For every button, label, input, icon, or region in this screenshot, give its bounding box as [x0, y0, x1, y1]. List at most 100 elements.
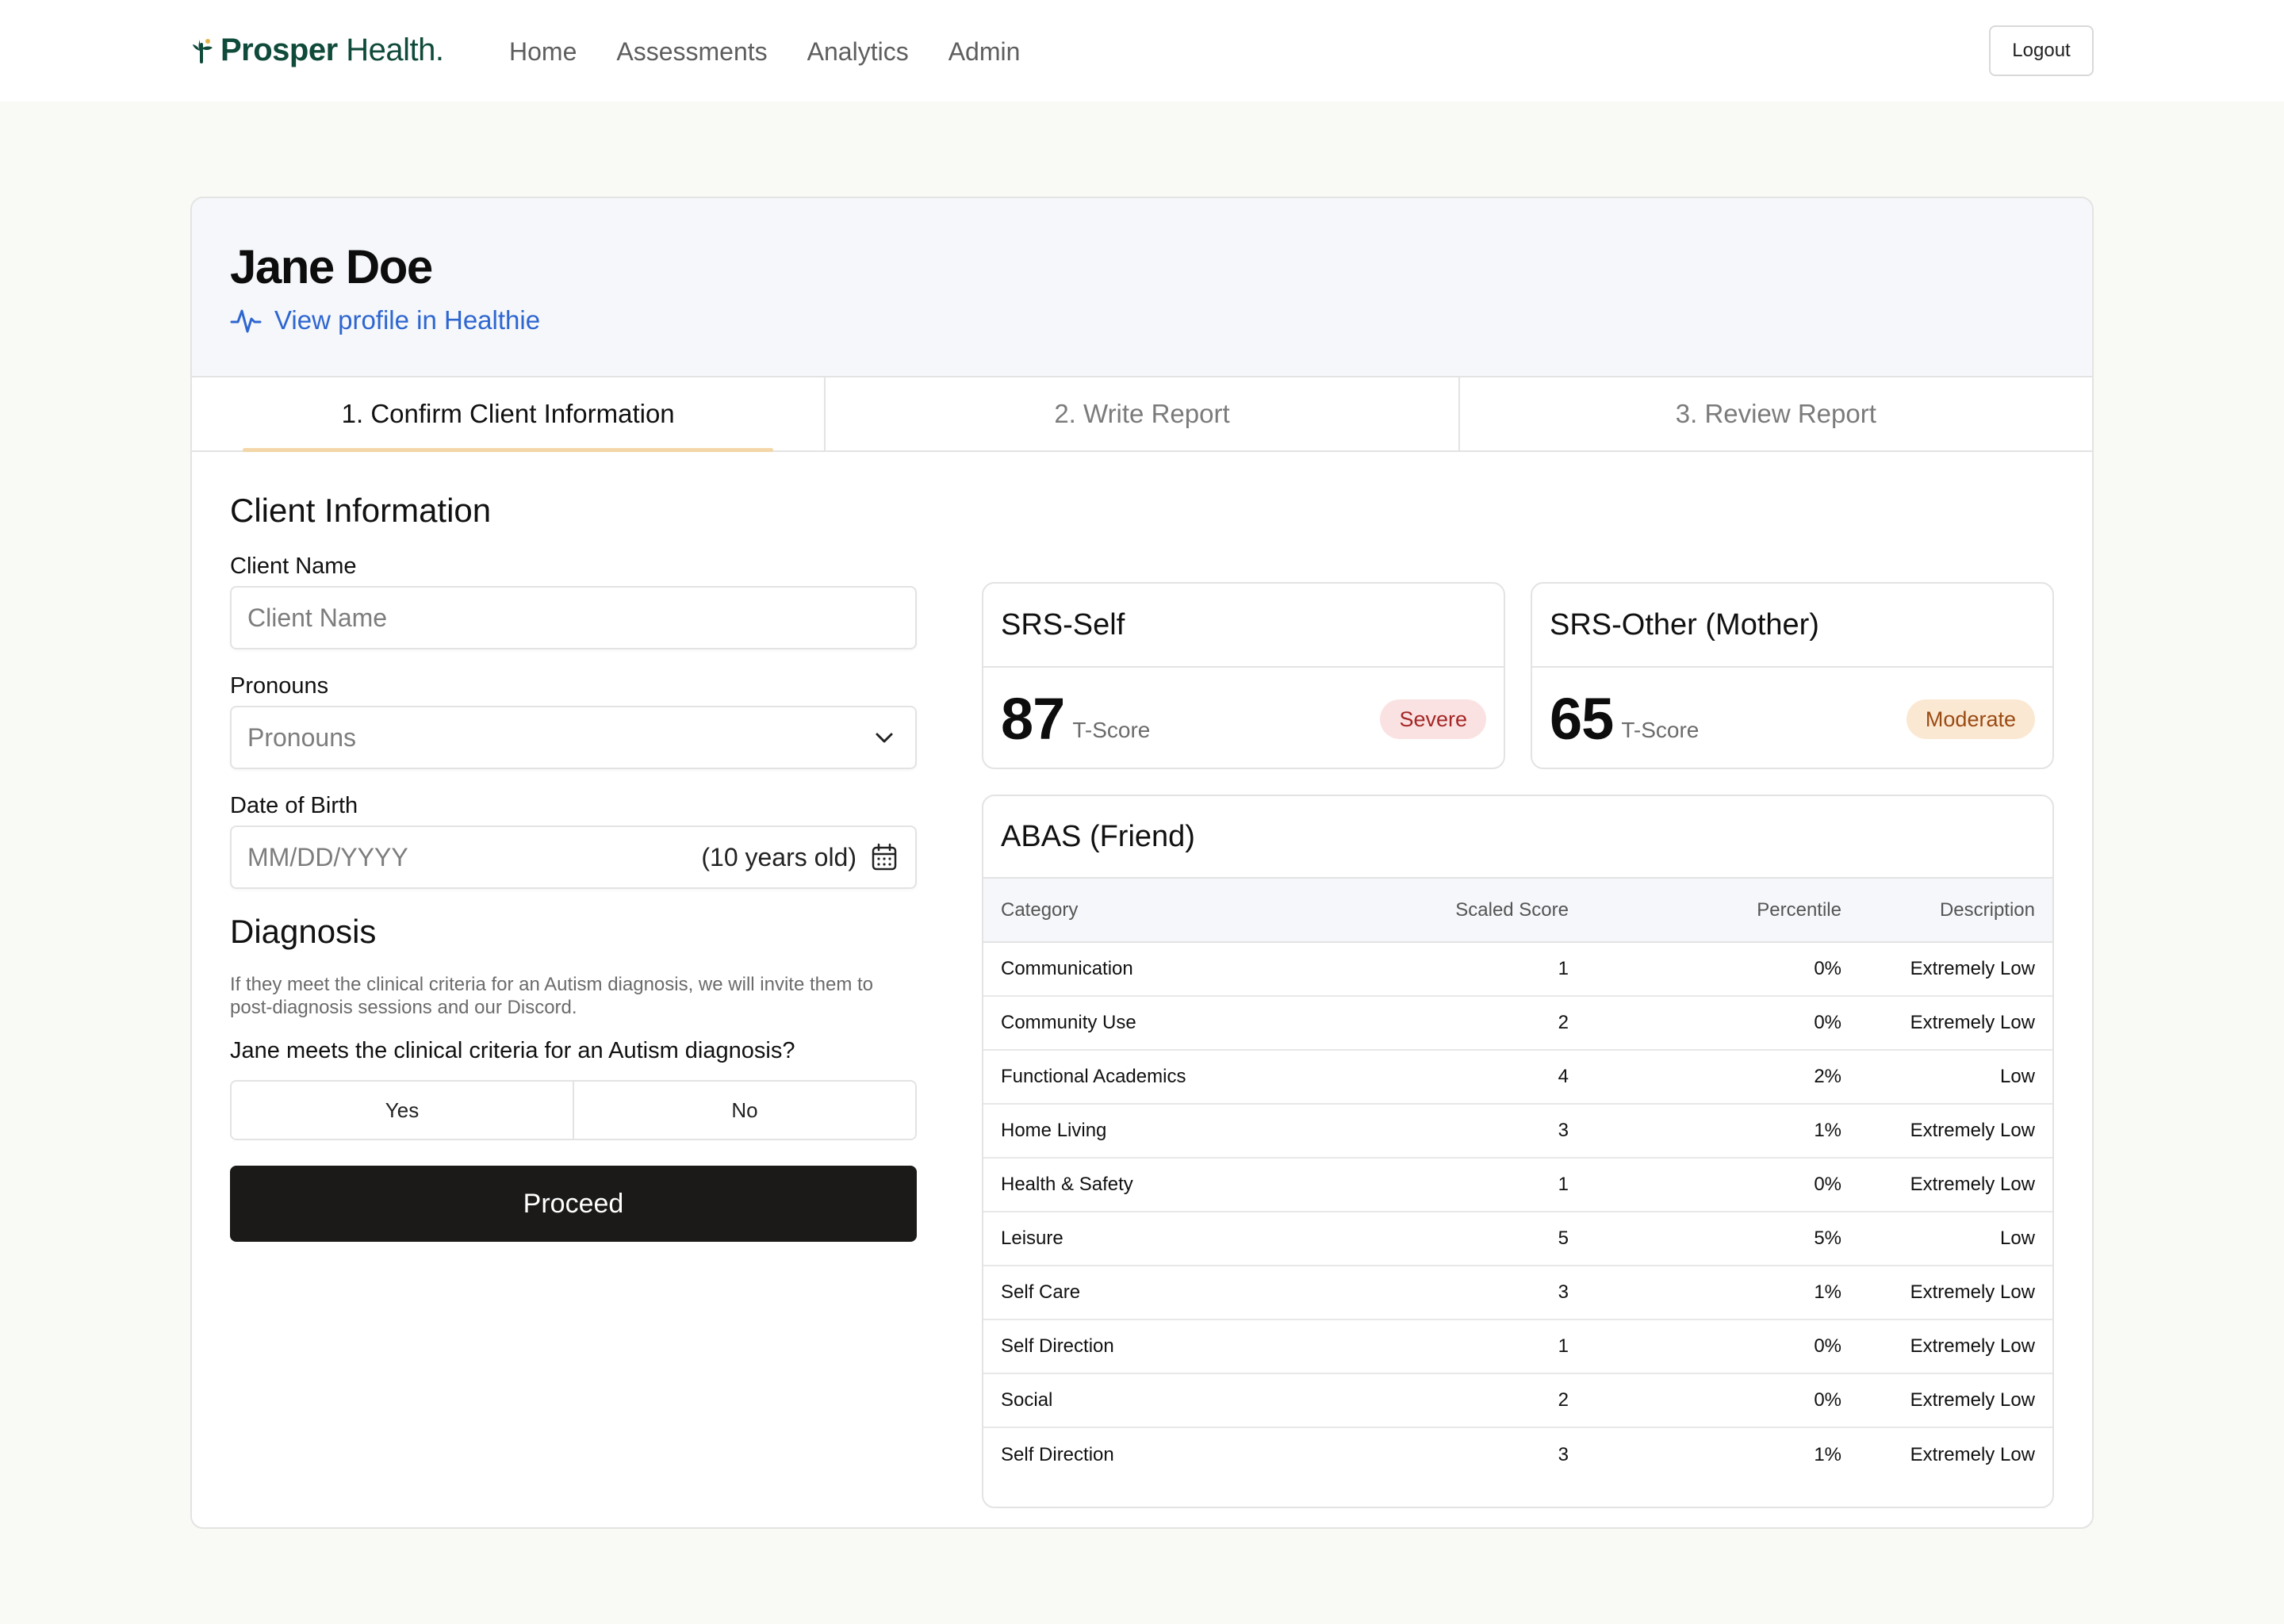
view-profile-link[interactable]: View profile in Healthie	[230, 304, 540, 336]
percentile-cell: 2%	[1586, 1050, 1859, 1105]
nav-home[interactable]: Home	[509, 37, 577, 67]
client-information-title: Client Information	[230, 492, 492, 529]
table-row: Self Direction 3 1% Extremely Low	[983, 1427, 2052, 1481]
table-row: Social 2 0% Extremely Low	[983, 1373, 2052, 1428]
brand-logo[interactable]: Prosper Health.	[190, 30, 444, 70]
scaled-score-cell: 5	[1332, 1212, 1586, 1266]
percentile-cell: 1%	[1814, 1443, 1841, 1465]
table-row: Leisure 5 5% Low	[983, 1212, 2052, 1266]
logout-button[interactable]: Logout	[1989, 25, 2094, 76]
scaled-score-cell: 1	[1332, 1320, 1586, 1374]
table-row: Self Direction 1 0% Extremely Low	[983, 1320, 2052, 1374]
table-row: Home Living 3 1% Extremely Low	[983, 1104, 2052, 1159]
pronouns-placeholder: Pronouns	[247, 722, 356, 752]
chevron-down-icon	[876, 733, 893, 743]
view-profile-link-label: View profile in Healthie	[274, 305, 541, 335]
date-of-birth-label: Date of Birth	[230, 793, 358, 818]
table-row: Health & Safety 1 0% Extremely Low	[983, 1158, 2052, 1212]
scaled-score-cell: 2	[1332, 1373, 1586, 1428]
category-cell: Community Use	[983, 996, 1332, 1051]
description-cell: Extremely Low	[1859, 1104, 2052, 1159]
scaled-score-cell: 1	[1332, 942, 1586, 997]
description-cell: Extremely Low	[1859, 1373, 2052, 1428]
scaled-score-cell: 3	[1332, 1104, 1586, 1159]
percentile-cell: 0%	[1586, 1373, 1859, 1428]
description-cell: Extremely Low	[1859, 996, 2052, 1051]
category-cell: Communication	[983, 942, 1332, 997]
main-nav: Home Assessments Analytics Admin	[509, 32, 1020, 71]
category-cell: Functional Academics	[983, 1050, 1332, 1105]
category-cell: Leisure	[983, 1212, 1332, 1266]
diagnosis-help-text: If they meet the clinical criteria for a…	[230, 974, 874, 1018]
percentile-cell: 1%	[1586, 1104, 1859, 1159]
nav-analytics[interactable]: Analytics	[807, 37, 909, 67]
scaled-score-cell: 3	[1558, 1443, 1569, 1465]
pronouns-label: Pronouns	[230, 673, 329, 699]
category-cell: Home Living	[983, 1104, 1332, 1159]
srs-other-score: 65	[1550, 685, 1614, 752]
date-of-birth-input[interactable]: MM/DD/YYYY (10 years old)	[230, 825, 917, 889]
pronouns-select[interactable]: Pronouns	[230, 706, 917, 769]
category-cell: Health & Safety	[983, 1158, 1332, 1212]
description-cell: Extremely Low	[1859, 1320, 2052, 1374]
abas-title: ABAS (Friend)	[983, 796, 2052, 879]
top-nav-bar: Prosper Health. Home Assessments Analyti…	[0, 0, 2284, 102]
description-cell: Extremely Low	[1859, 1266, 2052, 1320]
table-row: Communication 1 0% Extremely Low	[983, 942, 2052, 997]
brand-name: Prosper Health.	[220, 32, 444, 67]
table-row: Self Care 3 1% Extremely Low	[983, 1266, 2052, 1320]
client-header: Jane Doe View profile in Healthie	[192, 198, 2092, 376]
srs-other-unit: T-Score	[1621, 718, 1700, 742]
tab-confirm-client-information[interactable]: 1. Confirm Client Information	[192, 377, 826, 452]
scaled-score-cell: 1	[1332, 1158, 1586, 1212]
diagnosis-question: Jane meets the clinical criteria for an …	[230, 1038, 795, 1063]
client-age-text: (10 years old)	[701, 842, 856, 871]
abas-card: ABAS (Friend) Category Scaled Score Perc…	[982, 795, 2054, 1508]
client-information-form: Client Information Client Name Client Na…	[230, 492, 917, 1242]
proceed-button[interactable]: Proceed	[230, 1166, 917, 1242]
calendar-icon[interactable]	[869, 842, 899, 872]
nav-admin[interactable]: Admin	[948, 37, 1021, 67]
percentile-cell: 0%	[1586, 996, 1859, 1051]
scaled-score-cell: 3	[1332, 1266, 1586, 1320]
percentile-cell: 0%	[1586, 1158, 1859, 1212]
description-cell: Extremely Low	[1910, 1443, 2035, 1465]
tab-review-report[interactable]: 3. Review Report	[1460, 377, 2092, 450]
column-header-description: Description	[1859, 879, 2052, 943]
diagnosis-no-button[interactable]: No	[574, 1082, 915, 1139]
column-header-percentile: Percentile	[1586, 879, 1859, 943]
srs-other-title: SRS-Other (Mother)	[1532, 584, 2052, 668]
srs-self-severity-badge: Severe	[1380, 699, 1486, 739]
column-header-scaled-score: Scaled Score	[1332, 879, 1586, 943]
scaled-score-cell: 2	[1332, 996, 1586, 1051]
tab-write-report[interactable]: 2. Write Report	[826, 377, 1460, 450]
client-name-heading: Jane Doe	[230, 240, 433, 293]
table-row: Functional Academics 4 2% Low	[983, 1050, 2052, 1105]
column-header-category: Category	[983, 879, 1332, 943]
scaled-score-cell: 4	[1332, 1050, 1586, 1105]
srs-self-unit: T-Score	[1072, 718, 1151, 742]
percentile-cell: 5%	[1586, 1212, 1859, 1266]
srs-other-severity-badge: Moderate	[1906, 699, 2035, 739]
category-cell: Self Care	[983, 1266, 1332, 1320]
prosper-leaf-icon	[193, 39, 213, 63]
category-cell: Social	[983, 1373, 1332, 1428]
srs-other-card: SRS-Other (Mother) 65 T-Score Moderate	[1531, 582, 2054, 769]
nav-assessments[interactable]: Assessments	[616, 37, 767, 67]
srs-self-title: SRS-Self	[983, 584, 1504, 668]
description-cell: Low	[1859, 1050, 2052, 1105]
srs-self-card: SRS-Self 87 T-Score Severe	[982, 582, 1505, 769]
client-name-label: Client Name	[230, 553, 357, 579]
client-name-input[interactable]: Client Name	[230, 586, 917, 649]
description-cell: Low	[1859, 1212, 2052, 1266]
diagnosis-yes-button[interactable]: Yes	[232, 1082, 574, 1139]
category-cell: Self Direction	[983, 1320, 1332, 1374]
client-name-placeholder: Client Name	[247, 603, 388, 632]
assessment-card: Jane Doe View profile in Healthie 1. Con…	[190, 197, 2094, 1529]
description-cell: Extremely Low	[1859, 1158, 2052, 1212]
percentile-cell: 1%	[1586, 1266, 1859, 1320]
abas-table-header: Category Scaled Score Percentile Descrip…	[983, 879, 2052, 943]
percentile-cell: 0%	[1586, 942, 1859, 997]
step-tabs: 1. Confirm Client Information 2. Write R…	[192, 376, 2092, 452]
diagnosis-yes-no-toggle: Yes No	[230, 1080, 917, 1140]
